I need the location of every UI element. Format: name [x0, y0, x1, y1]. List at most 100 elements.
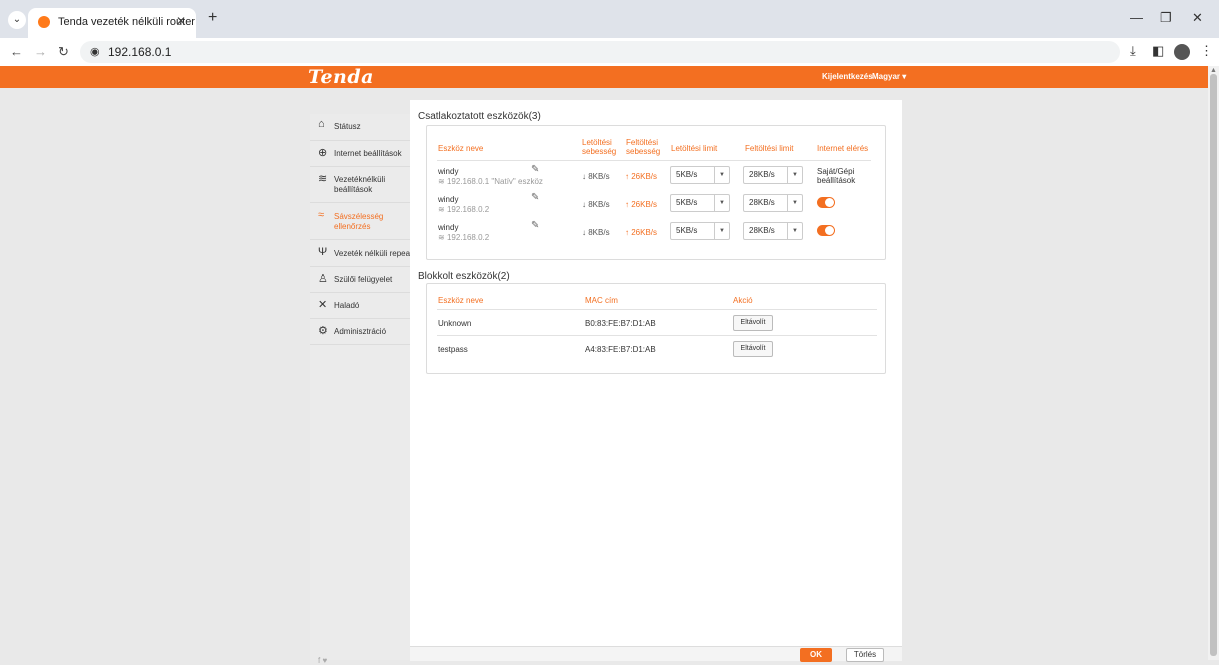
social-icons: f ♥	[318, 656, 328, 665]
reload-icon[interactable]: ↻	[58, 44, 69, 60]
url-text: 192.168.0.1	[108, 45, 172, 59]
row-divider	[437, 335, 877, 336]
col-upload-limit: Feltöltési limit	[745, 144, 794, 153]
download-icon[interactable]: ⤓	[1130, 43, 1136, 59]
select-value: 28KB/s	[749, 226, 775, 235]
internet-access-setting[interactable]: Saját/Gépi beállítások	[817, 167, 867, 185]
sidebar-item-advanced[interactable]: ✕ Haladó	[310, 292, 410, 319]
remove-button[interactable]: Eltávolít	[733, 315, 773, 331]
download-speed: ↓ 8KB/s	[582, 200, 610, 209]
wifi-icon: ≋	[438, 233, 447, 242]
sidebar-item-parental[interactable]: ♙ Szülői felügyelet	[310, 266, 410, 293]
tab-search-button[interactable]: ⌄	[8, 11, 26, 29]
browser-menu-icon[interactable]: ⋮	[1200, 43, 1213, 59]
wifi-icon: ≋	[318, 173, 328, 185]
select-value: 28KB/s	[749, 170, 775, 179]
language-select[interactable]: Magyar ▾	[872, 72, 906, 81]
bandwidth-icon: ≈	[318, 209, 325, 221]
sidepanel-icon[interactable]: ◧	[1152, 43, 1164, 59]
download-limit-select[interactable]: 5KB/s ▼	[670, 222, 730, 240]
logout-link[interactable]: Kijelentkezés	[822, 72, 873, 81]
toggle-knob	[825, 198, 834, 207]
upload-speed: ↑ 26KB/s	[625, 200, 658, 209]
blocked-device-mac: A4:83:FE:B7:D1:AB	[585, 345, 656, 354]
connected-devices-title: Csatlakoztatott eszközök(3)	[418, 111, 541, 122]
sidebar-item-wireless[interactable]: ≋ Vezetéknélküli beállítások	[310, 166, 410, 203]
new-tab-icon[interactable]: +	[208, 9, 217, 27]
page-header: Tenda Kijelentkezés Magyar ▾	[0, 66, 1208, 88]
chevron-down-icon[interactable]: ▼	[787, 195, 802, 211]
window-close-icon[interactable]: ✕	[1192, 10, 1203, 26]
main-content: Csatlakoztatott eszközök(3) Eszköz neve …	[410, 100, 902, 660]
globe-icon: ⊕	[318, 147, 328, 159]
restore-icon[interactable]: ❐	[1160, 10, 1172, 26]
device-ip: ≋ 192.168.0.2	[438, 205, 489, 214]
wifi-icon: ≋	[438, 177, 447, 186]
router-icon: ⌂	[318, 118, 325, 130]
blocked-device-mac: B0:83:FE:B7:D1:AB	[585, 319, 656, 328]
sidebar-item-admin[interactable]: ⚙ Adminisztráció	[310, 318, 410, 345]
tenda-favicon-icon	[38, 16, 50, 28]
upload-limit-select[interactable]: 28KB/s ▼	[743, 194, 803, 212]
sidebar-item-repeater[interactable]: Ψ Vezeték nélküli repeater	[310, 240, 419, 267]
forward-icon[interactable]: →	[34, 44, 47, 59]
edit-name-icon[interactable]: ✎	[531, 192, 539, 203]
download-limit-select[interactable]: 5KB/s ▼	[670, 166, 730, 184]
sidebar-nav: ⌂ Státusz ⊕ Internet beállítások ≋ Vezet…	[310, 114, 419, 660]
select-value: 5KB/s	[676, 198, 698, 207]
internet-access-toggle[interactable]	[817, 197, 835, 208]
scrollbar-thumb[interactable]	[1210, 74, 1217, 656]
address-bar[interactable]: ◉ 192.168.0.1	[80, 41, 1120, 63]
col-internet-access: Internet elérés	[817, 144, 869, 153]
upload-speed: ↑ 26KB/s	[625, 172, 658, 181]
device-name: windy	[438, 223, 459, 232]
blocked-devices-panel: Eszköz neve MAC cím Akció Unknown B0:83:…	[426, 283, 886, 374]
download-limit-select[interactable]: 5KB/s ▼	[670, 194, 730, 212]
download-speed: ↓ 8KB/s	[582, 172, 610, 181]
gears-icon: ⚙	[318, 325, 328, 337]
col-device-name: Eszköz neve	[438, 144, 484, 153]
upload-limit-select[interactable]: 28KB/s ▼	[743, 166, 803, 184]
col-device-name: Eszköz neve	[438, 296, 484, 305]
minimize-icon[interactable]: —	[1130, 10, 1143, 25]
blocked-devices-title: Blokkolt eszközök(2)	[418, 271, 510, 282]
col-download-speed: Letöltési sebesség	[582, 138, 617, 156]
site-info-icon[interactable]: ◉	[90, 45, 100, 58]
language-label: Magyar	[872, 72, 901, 81]
profile-avatar[interactable]	[1174, 44, 1190, 60]
chevron-down-icon[interactable]: ▼	[787, 167, 802, 183]
page-scrollbar[interactable]: ▲	[1208, 66, 1219, 660]
internet-access-toggle[interactable]	[817, 225, 835, 236]
select-value: 5KB/s	[676, 170, 698, 179]
chevron-down-icon[interactable]: ▼	[714, 167, 729, 183]
parent-icon: ♙	[318, 273, 328, 285]
upload-limit-select[interactable]: 28KB/s ▼	[743, 222, 803, 240]
sidebar-item-bandwidth[interactable]: ≈ Sávszélesség ellenőrzés	[310, 203, 410, 240]
tab-title: Tenda vezeték nélküli router	[58, 16, 195, 28]
wifi-icon: ≋	[438, 205, 447, 214]
blocked-device-name: Unknown	[438, 319, 472, 328]
close-tab-icon[interactable]: ✕	[176, 14, 186, 28]
header-divider	[437, 309, 877, 310]
col-action: Akció	[733, 296, 753, 305]
chevron-down-icon[interactable]: ▼	[714, 223, 729, 239]
tools-icon: ✕	[318, 299, 328, 311]
router-page: Tenda Kijelentkezés Magyar ▾ ▲ ⌂ Státusz…	[0, 66, 1219, 665]
col-mac-address: MAC cím	[585, 296, 618, 305]
device-ip-text: 192.168.0.2	[446, 233, 490, 242]
back-icon[interactable]: ←	[10, 44, 23, 59]
device-ip: ≋ 192.168.0.2	[438, 233, 489, 242]
edit-name-icon[interactable]: ✎	[531, 164, 539, 175]
antenna-icon: Ψ	[318, 246, 328, 258]
edit-name-icon[interactable]: ✎	[531, 220, 539, 231]
sidebar-item-status[interactable]: ⌂ Státusz	[310, 114, 410, 141]
header-divider	[437, 160, 871, 161]
remove-button[interactable]: Eltávolít	[733, 341, 773, 357]
sidebar-item-label: Sávszélesség ellenőrzés	[334, 212, 384, 231]
sidebar-item-internet[interactable]: ⊕ Internet beállítások	[310, 140, 410, 167]
blocked-device-name: testpass	[438, 345, 468, 354]
browser-tab[interactable]: Tenda vezeték nélküli router ✕	[28, 8, 196, 38]
chevron-down-icon[interactable]: ▼	[787, 223, 802, 239]
chevron-down-icon[interactable]: ▼	[714, 195, 729, 211]
scroll-up-icon[interactable]: ▲	[1210, 67, 1217, 74]
